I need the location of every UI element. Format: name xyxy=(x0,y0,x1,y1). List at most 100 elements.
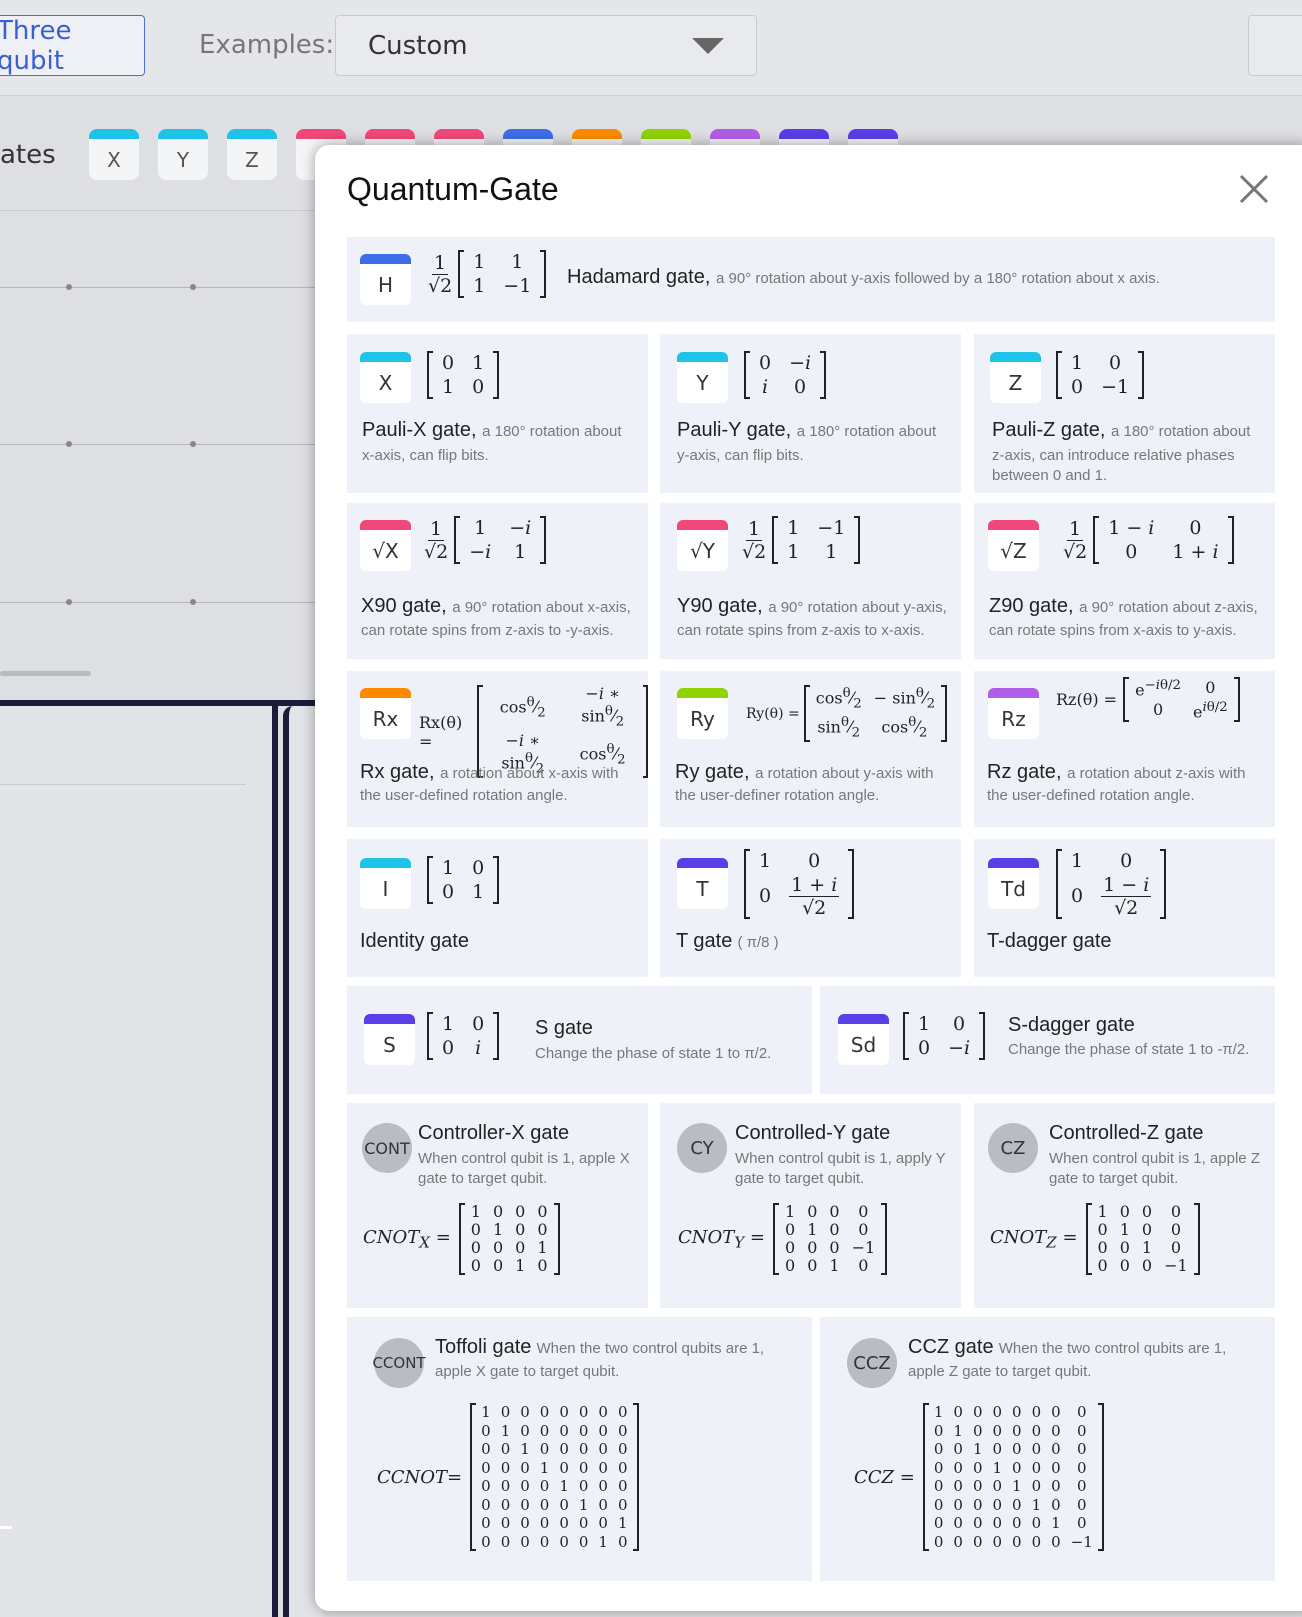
examples-select-value: Custom xyxy=(368,30,468,61)
matrix-label-subscript: Z xyxy=(1046,1233,1057,1252)
close-icon[interactable] xyxy=(1236,171,1272,207)
pauli-y-matrix: 0 −i i 0 xyxy=(744,351,827,399)
gate-name: Pauli-Z gate xyxy=(992,419,1100,441)
gate-icon-sqrt-y: √Y xyxy=(677,520,728,571)
gate-card-t: T 1001 + i √2 T gate ( π/8 ) xyxy=(660,839,961,977)
palette-gate-y[interactable]: Y xyxy=(158,129,208,180)
gate-description: a 90° rotation about z-axis, xyxy=(1079,599,1258,616)
gate-description: apple X gate to target qubit. xyxy=(435,1363,620,1380)
gate-card-pauli-y: Y 0 −i i 0 Pauli-Y gate, a 180° rotation ab… xyxy=(660,334,961,493)
gate-description: can rotate spins from x-axis to y-axis. xyxy=(989,622,1237,639)
gate-description: y-axis, can flip bits. xyxy=(677,447,804,464)
examples-label: Examples: xyxy=(199,30,335,60)
gate-icon-sqrt-z: √Z xyxy=(988,520,1039,571)
wire-dot xyxy=(190,284,196,290)
gate-icon-td: Td xyxy=(988,858,1039,909)
matrix-label: CCZ = xyxy=(854,1466,915,1488)
palette-gate-label: Y xyxy=(176,147,190,172)
gate-description: a 180° rotation about xyxy=(482,423,622,440)
gate-icon-cy: CY xyxy=(677,1123,727,1173)
pauli-z-matrix: 1 0 0 −1 xyxy=(1056,351,1145,399)
gate-card-controlled-x: CONT Controller-X gate When control qubi… xyxy=(347,1103,648,1308)
gate-icon-ccont: CCONT xyxy=(372,1338,426,1388)
z90-matrix: 1 √2 1 − i001 + i xyxy=(1063,516,1234,564)
quantum-gate-dialog: Quantum-Gate H 1 √2 1 1 1 −1 Hadamard gate, … xyxy=(315,145,1302,1611)
matrix-label: Rx(θ) = xyxy=(419,712,463,751)
matrix-label: CNOT xyxy=(678,1226,735,1248)
marker xyxy=(0,1526,12,1529)
gate-description: the user-definer rotation angle. xyxy=(675,787,880,804)
gate-name: Controlled-Z gate xyxy=(1049,1122,1204,1144)
toolbar-right-button[interactable] xyxy=(1248,15,1302,76)
identity-matrix: 1001 xyxy=(427,856,500,904)
pauli-x-matrix: 0110 xyxy=(427,351,500,399)
gate-icon-h: H xyxy=(360,254,411,305)
y90-matrix: 1 √2 1 −1 1 1 xyxy=(742,516,861,564)
gate-name: Y90 gate xyxy=(677,595,758,617)
gate-name: S-dagger gate xyxy=(1008,1014,1135,1036)
palette-gate-z[interactable]: Z xyxy=(227,129,277,180)
gate-name: T-dagger gate xyxy=(987,930,1112,952)
gate-icon-t: T xyxy=(677,858,728,909)
dialog-title: Quantum-Gate xyxy=(347,171,559,207)
gate-description: a 180° rotation about xyxy=(1110,423,1251,440)
examples-select[interactable]: Custom xyxy=(335,15,757,76)
gate-name: Pauli-Y gate xyxy=(677,419,786,441)
gate-description: ( π/8 ) xyxy=(737,934,779,951)
gate-card-pauli-x: X 0110 Pauli-X gate, a 180° rotation abo… xyxy=(347,334,648,493)
qubit-mode-button[interactable]: Three qubit xyxy=(0,15,145,76)
gate-description: a rotation about y-axis with xyxy=(755,765,934,782)
matrix-label: CCNOT= xyxy=(377,1466,463,1488)
gate-description: apple Z gate to target qubit. xyxy=(908,1363,1092,1380)
gate-name: Z90 gate xyxy=(989,595,1068,617)
gate-description: a 90° rotation about y-axis, xyxy=(768,599,947,616)
hadamard-matrix: 1 √2 1 1 1 −1 xyxy=(428,250,547,298)
t-dagger-matrix: 1001 − i √2 xyxy=(1056,849,1167,919)
gate-description: x-axis, can flip bits. xyxy=(362,447,489,464)
gate-icon-x: X xyxy=(360,352,411,403)
divider xyxy=(0,784,246,785)
gate-description: the user-defined rotation angle. xyxy=(360,787,568,804)
matrix-label: CNOT xyxy=(990,1226,1047,1248)
gate-card-controlled-y: CY Controlled-Y gate When control qubit … xyxy=(660,1103,961,1308)
wire-dot xyxy=(66,441,72,447)
gate-card-ry: Ry Ry(θ) = cosθ⁄2− sinθ⁄2 sinθ⁄2 cosθ⁄2 Ry… xyxy=(660,671,961,827)
ccnot-matrix: CCNOT= 100000000100000000100000000100000… xyxy=(377,1403,639,1551)
wire-dot xyxy=(66,284,72,290)
gate-description: Change the phase of state 1 to -π/2. xyxy=(1008,1041,1250,1058)
gate-name: T gate xyxy=(676,930,733,952)
chevron-down-icon xyxy=(692,38,724,54)
qubit-wire xyxy=(0,444,316,445)
horizontal-scrollbar[interactable] xyxy=(0,671,91,676)
matrix-label: CNOT xyxy=(363,1226,420,1248)
gate-name: Pauli-X gate xyxy=(362,419,471,441)
top-toolbar: Three qubit Examples: Custom xyxy=(0,0,1302,96)
gate-description: the user-defined rotation angle. xyxy=(987,787,1195,804)
gate-card-x90: √X 1 √2 1 −i −i 1 X90 gate, a 90° rotation ab… xyxy=(347,503,648,659)
gate-name: Controller-X gate xyxy=(418,1122,570,1144)
gate-icon-cz: CZ xyxy=(988,1123,1038,1173)
gate-card-pauli-z: Z 1 0 0 −1 Pauli-Z gate, a 180° rotation ab… xyxy=(974,334,1275,493)
gate-card-toffoli: CCONT Toffoli gate When the two control … xyxy=(347,1317,812,1581)
gate-card-controlled-z: CZ Controlled-Z gate When control qubit … xyxy=(974,1103,1275,1308)
gate-card-hadamard: H 1 √2 1 1 1 −1 Hadamard gate, a 90° rotatio… xyxy=(347,237,1275,322)
gate-description: a 180° rotation about xyxy=(796,423,937,440)
palette-gate-x[interactable]: X xyxy=(89,129,139,180)
gate-name: Ry gate xyxy=(675,761,744,783)
gate-description: gate to target qubit. xyxy=(1049,1170,1179,1187)
gate-card-identity: I 1001 Identity gate xyxy=(347,839,648,977)
gate-description: gate to target qubit. xyxy=(735,1170,865,1187)
s-matrix: 100i xyxy=(427,1012,500,1060)
gate-name: S gate xyxy=(535,1017,593,1039)
gate-description: can rotate spins from z-axis to x-axis. xyxy=(677,622,925,639)
ry-matrix: Ry(θ) = cosθ⁄2− sinθ⁄2 sinθ⁄2 cosθ⁄2 xyxy=(746,685,948,743)
gate-card-rx: Rx Rx(θ) = cosθ⁄2 −i ∗ sinθ⁄2 −i ∗ sinθ⁄2 c… xyxy=(347,671,649,827)
gate-description: a rotation about x-axis with xyxy=(440,765,619,782)
cnot-z-matrix: CNOTZ = 1 0 0 0 0 1 0 0 0 0 1 0 0 0 0 −1 xyxy=(990,1203,1200,1275)
x90-matrix: 1 √2 1 −i −i 1 xyxy=(424,516,547,564)
gate-card-s-dagger: Sd 1 0 0 −i S-dagger gate Change the phase … xyxy=(820,986,1275,1094)
gate-name: Toffoli gate xyxy=(435,1336,532,1358)
gate-card-s: S 100i S gate Change the phase of state … xyxy=(347,986,812,1094)
results-panel xyxy=(0,706,278,1617)
gate-icon-rz: Rz xyxy=(988,688,1039,739)
